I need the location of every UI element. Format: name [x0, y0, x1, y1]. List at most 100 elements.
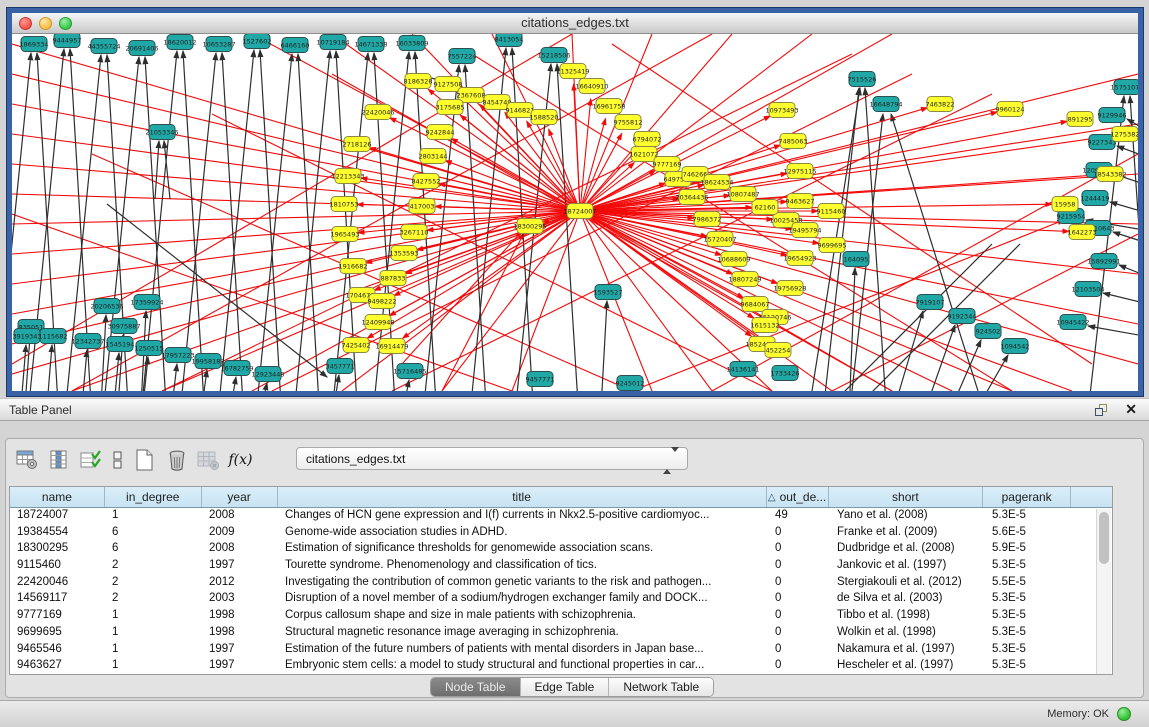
- import-table-button[interactable]: [195, 447, 222, 473]
- network-edge: [1088, 326, 1138, 336]
- column-header-title[interactable]: title: [278, 487, 767, 507]
- network-node-label: 16640910: [575, 82, 608, 90]
- cell-pagerank: 5.3E-5: [985, 625, 1073, 642]
- cell-year: 2012: [202, 575, 278, 592]
- close-panel-icon[interactable]: ✕: [1125, 401, 1137, 418]
- column-header-filler[interactable]: [1071, 487, 1112, 507]
- citation-network-graph: 1872400718300295186933494449574435572420…: [12, 34, 1138, 391]
- row-height-button[interactable]: [110, 447, 126, 473]
- table-row[interactable]: 946554611997Estimation of the future num…: [10, 642, 1112, 659]
- cell-year: 1998: [202, 625, 278, 642]
- cell-name: 9463627: [10, 658, 105, 675]
- cell-title: Embryonic stem cells: a model to study s…: [278, 658, 768, 675]
- network-node-label: 20691406: [125, 44, 158, 52]
- table-panel-title: Table Panel: [9, 403, 72, 417]
- cell-name: 14569117: [10, 591, 105, 608]
- network-node-label: 62160: [755, 203, 776, 211]
- network-node-label: 9463627: [786, 197, 815, 205]
- network-node-label: 2718126: [343, 140, 372, 148]
- cell-short: Dudbridge et al. (2008): [830, 541, 985, 558]
- network-node-label: 19495794: [788, 226, 821, 234]
- cell-title: Changes of HCN gene expression and I(f) …: [278, 508, 768, 525]
- network-node-label: 9498222: [368, 297, 397, 305]
- column-header-out_de...[interactable]: △out_de...: [767, 487, 829, 507]
- network-node-label: 3919343: [13, 332, 42, 340]
- column-visibility-button[interactable]: [46, 447, 73, 473]
- network-edge: [394, 211, 580, 296]
- cell-out_de...: 0: [768, 541, 830, 558]
- network-node-label: 15716485: [393, 367, 426, 375]
- network-node-label: 3267110: [400, 228, 429, 236]
- select-rows-button[interactable]: [78, 447, 105, 473]
- tab-network-table[interactable]: Network Table: [609, 678, 713, 696]
- table-toolbar: f(x) citations_edges.txt: [14, 444, 259, 476]
- tab-edge-table[interactable]: Edge Table: [521, 678, 610, 696]
- cell-in_degree: 6: [105, 525, 202, 542]
- network-edge: [465, 65, 486, 391]
- table-panel-body: f(x) citations_edges.txt namein_degreeye…: [5, 438, 1144, 698]
- table-row[interactable]: 969969511998Structural magnetic resonanc…: [10, 625, 1112, 642]
- network-node-label: 12213343: [331, 172, 364, 180]
- table-selector-dropdown[interactable]: citations_edges.txt: [296, 447, 688, 470]
- column-header-year[interactable]: year: [202, 487, 278, 507]
- network-window-title: citations_edges.txt: [12, 15, 1138, 30]
- table-row[interactable]: 946362711997Embryonic stem cells: a mode…: [10, 658, 1112, 675]
- table-row[interactable]: 1456911722003Disruption of a novel membe…: [10, 591, 1112, 608]
- network-node-label: 19756928: [773, 284, 806, 292]
- node-table: namein_degreeyeartitle△out_de...shortpag…: [9, 486, 1113, 675]
- cell-short: Franke et al. (2009): [830, 525, 985, 542]
- network-node-label: 9444957: [53, 36, 82, 44]
- network-edge: [155, 141, 159, 199]
- cell-pagerank: 5.3E-5: [985, 658, 1073, 675]
- cell-year: 2009: [202, 525, 278, 542]
- function-builder-button[interactable]: f(x): [227, 447, 254, 473]
- network-node-label: 891295: [1068, 115, 1093, 123]
- network-node-label: 9242844: [426, 128, 455, 136]
- column-header-name[interactable]: name: [10, 487, 105, 507]
- network-node-label: 1869334: [20, 40, 49, 48]
- delete-column-button[interactable]: [163, 447, 190, 473]
- network-canvas[interactable]: 1872400718300295186933494449574435572420…: [12, 34, 1138, 391]
- network-node-label: 1588520: [530, 113, 559, 121]
- memory-ok-icon: [1117, 707, 1131, 721]
- float-panel-icon[interactable]: [1095, 404, 1109, 417]
- network-node-label: 19654923: [783, 254, 816, 262]
- scrollbar-thumb[interactable]: [1099, 512, 1109, 564]
- table-row[interactable]: 1938455462009Genome-wide association stu…: [10, 525, 1112, 542]
- table-row[interactable]: 911546021997Tourette syndrome. Phenomeno…: [10, 558, 1112, 575]
- table-row[interactable]: 2242004622012Investigating the contribut…: [10, 575, 1112, 592]
- table-row[interactable]: 1872400712008Changes of HCN gene express…: [10, 508, 1112, 525]
- network-node-label: 15751074: [1110, 83, 1138, 91]
- cell-year: 1997: [202, 642, 278, 659]
- network-edge: [1110, 202, 1138, 212]
- cell-pagerank: 5.3E-5: [985, 642, 1073, 659]
- network-node-label: 9755812: [614, 118, 643, 126]
- column-header-in_degree[interactable]: in_degree: [105, 487, 202, 507]
- network-node-label: 924502: [976, 327, 1001, 335]
- network-node-label: 1527602: [243, 37, 272, 45]
- table-row[interactable]: 977716911998Corpus callosum shape and si…: [10, 608, 1112, 625]
- network-window-titlebar[interactable]: citations_edges.txt: [12, 13, 1138, 34]
- network-edge: [114, 353, 119, 391]
- network-node-label: 887833: [381, 274, 406, 282]
- network-node-label: 8413054: [495, 35, 524, 43]
- new-column-button[interactable]: [131, 447, 158, 473]
- table-header-row: namein_degreeyeartitle△out_de...shortpag…: [10, 487, 1112, 508]
- column-header-pagerank[interactable]: pagerank: [983, 487, 1071, 507]
- network-node-label: 1275382: [1111, 130, 1138, 138]
- network-node-label: 1642273: [1068, 228, 1097, 236]
- table-settings-button[interactable]: [14, 447, 41, 473]
- column-header-short[interactable]: short: [829, 487, 984, 507]
- cell-year: 1997: [202, 558, 278, 575]
- table-row[interactable]: 1830029562008Estimation of significance …: [10, 541, 1112, 558]
- table-vertical-scrollbar[interactable]: [1096, 509, 1111, 674]
- network-node-label: 1250515: [135, 344, 164, 352]
- network-node-label: 8427552: [412, 177, 441, 185]
- cell-in_degree: 1: [105, 508, 202, 525]
- network-node-label: 17359924: [130, 298, 163, 306]
- tab-node-table[interactable]: Node Table: [431, 678, 521, 696]
- cell-title: Genome-wide association studies in ADHD.: [278, 525, 768, 542]
- network-node-label: 9960124: [996, 105, 1025, 113]
- network-node-label: 18300295: [513, 222, 546, 230]
- cell-in_degree: 1: [105, 642, 202, 659]
